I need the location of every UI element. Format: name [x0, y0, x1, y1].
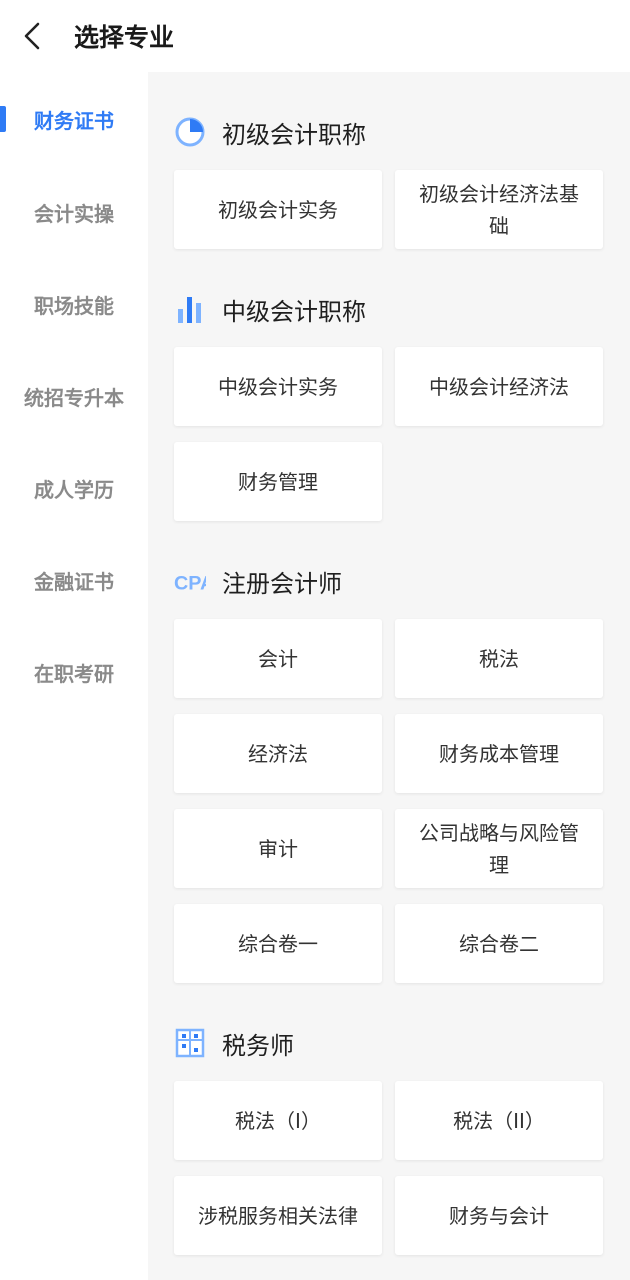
sidebar-item-finance-certificate[interactable]: 财务证书 — [0, 72, 148, 166]
page-title: 选择专业 — [74, 23, 175, 52]
section-header: 中级会计职称 — [174, 279, 604, 339]
major-card[interactable]: 经济法 — [174, 714, 382, 793]
sidebar-item-accounting-practice[interactable]: 会计实操 — [0, 166, 148, 258]
sidebar-item-label: 财务证书 — [34, 108, 114, 133]
major-card[interactable]: 财务管理 — [174, 442, 382, 521]
major-list: 初级会计职称 初级会计实务 初级会计经济法基础 中级会计职称 中级会计实务 中级… — [148, 72, 630, 1280]
svg-text:CPA: CPA — [174, 572, 206, 594]
sidebar-item-label: 职场技能 — [34, 293, 114, 318]
chevron-left-icon — [24, 22, 40, 50]
major-card[interactable]: 税法（II） — [395, 1081, 603, 1160]
section-title: 中级会计职称 — [222, 297, 366, 326]
section-header: 初级会计职称 — [174, 102, 604, 162]
major-card[interactable]: 会计 — [174, 619, 382, 698]
section-header: CPA 注册会计师 — [174, 551, 604, 611]
abacus-icon — [174, 1027, 206, 1059]
major-card[interactable]: 税法（I） — [174, 1081, 382, 1160]
sidebar-item-finance-cert[interactable]: 金融证书 — [0, 534, 148, 626]
sidebar-item-label: 在职考研 — [34, 661, 114, 686]
back-button[interactable] — [16, 16, 48, 56]
bar-chart-icon — [174, 293, 206, 325]
major-card[interactable]: 综合卷二 — [395, 904, 603, 983]
major-card[interactable]: 财务成本管理 — [395, 714, 603, 793]
sidebar-item-label: 成人学历 — [34, 477, 114, 502]
major-card[interactable]: 公司战略与风险管理 — [395, 809, 603, 888]
sidebar-item-label: 会计实操 — [34, 201, 114, 226]
section-title: 初级会计职称 — [222, 120, 366, 149]
major-card[interactable]: 税法 — [395, 619, 603, 698]
section-title: 注册会计师 — [222, 569, 342, 598]
major-card[interactable]: 财务与会计 — [395, 1176, 603, 1255]
sidebar-item-adult-education[interactable]: 成人学历 — [0, 442, 148, 534]
major-card[interactable]: 综合卷一 — [174, 904, 382, 983]
sidebar-item-graduate-exam[interactable]: 在职考研 — [0, 626, 148, 718]
major-card[interactable]: 初级会计经济法基础 — [395, 170, 603, 249]
sidebar-item-undergrad-upgrade[interactable]: 统招专升本 — [0, 350, 148, 442]
major-card[interactable]: 中级会计经济法 — [395, 347, 603, 426]
sidebar-item-label: 金融证书 — [34, 569, 114, 594]
category-sidebar: 财务证书 会计实操 职场技能 统招专升本 成人学历 金融证书 在职考研 — [0, 72, 148, 1280]
cpa-icon: CPA — [174, 565, 206, 597]
major-card[interactable]: 涉税服务相关法律 — [174, 1176, 382, 1255]
sidebar-item-workplace-skills[interactable]: 职场技能 — [0, 258, 148, 350]
major-card[interactable]: 中级会计实务 — [174, 347, 382, 426]
header-bar: 选择专业 — [0, 0, 630, 72]
pie-chart-icon — [174, 116, 206, 148]
major-card[interactable]: 初级会计实务 — [174, 170, 382, 249]
sidebar-item-label: 统招专升本 — [24, 385, 124, 410]
section-header: 税务师 — [174, 1013, 604, 1073]
major-card[interactable]: 审计 — [174, 809, 382, 888]
section-title: 税务师 — [222, 1031, 294, 1060]
